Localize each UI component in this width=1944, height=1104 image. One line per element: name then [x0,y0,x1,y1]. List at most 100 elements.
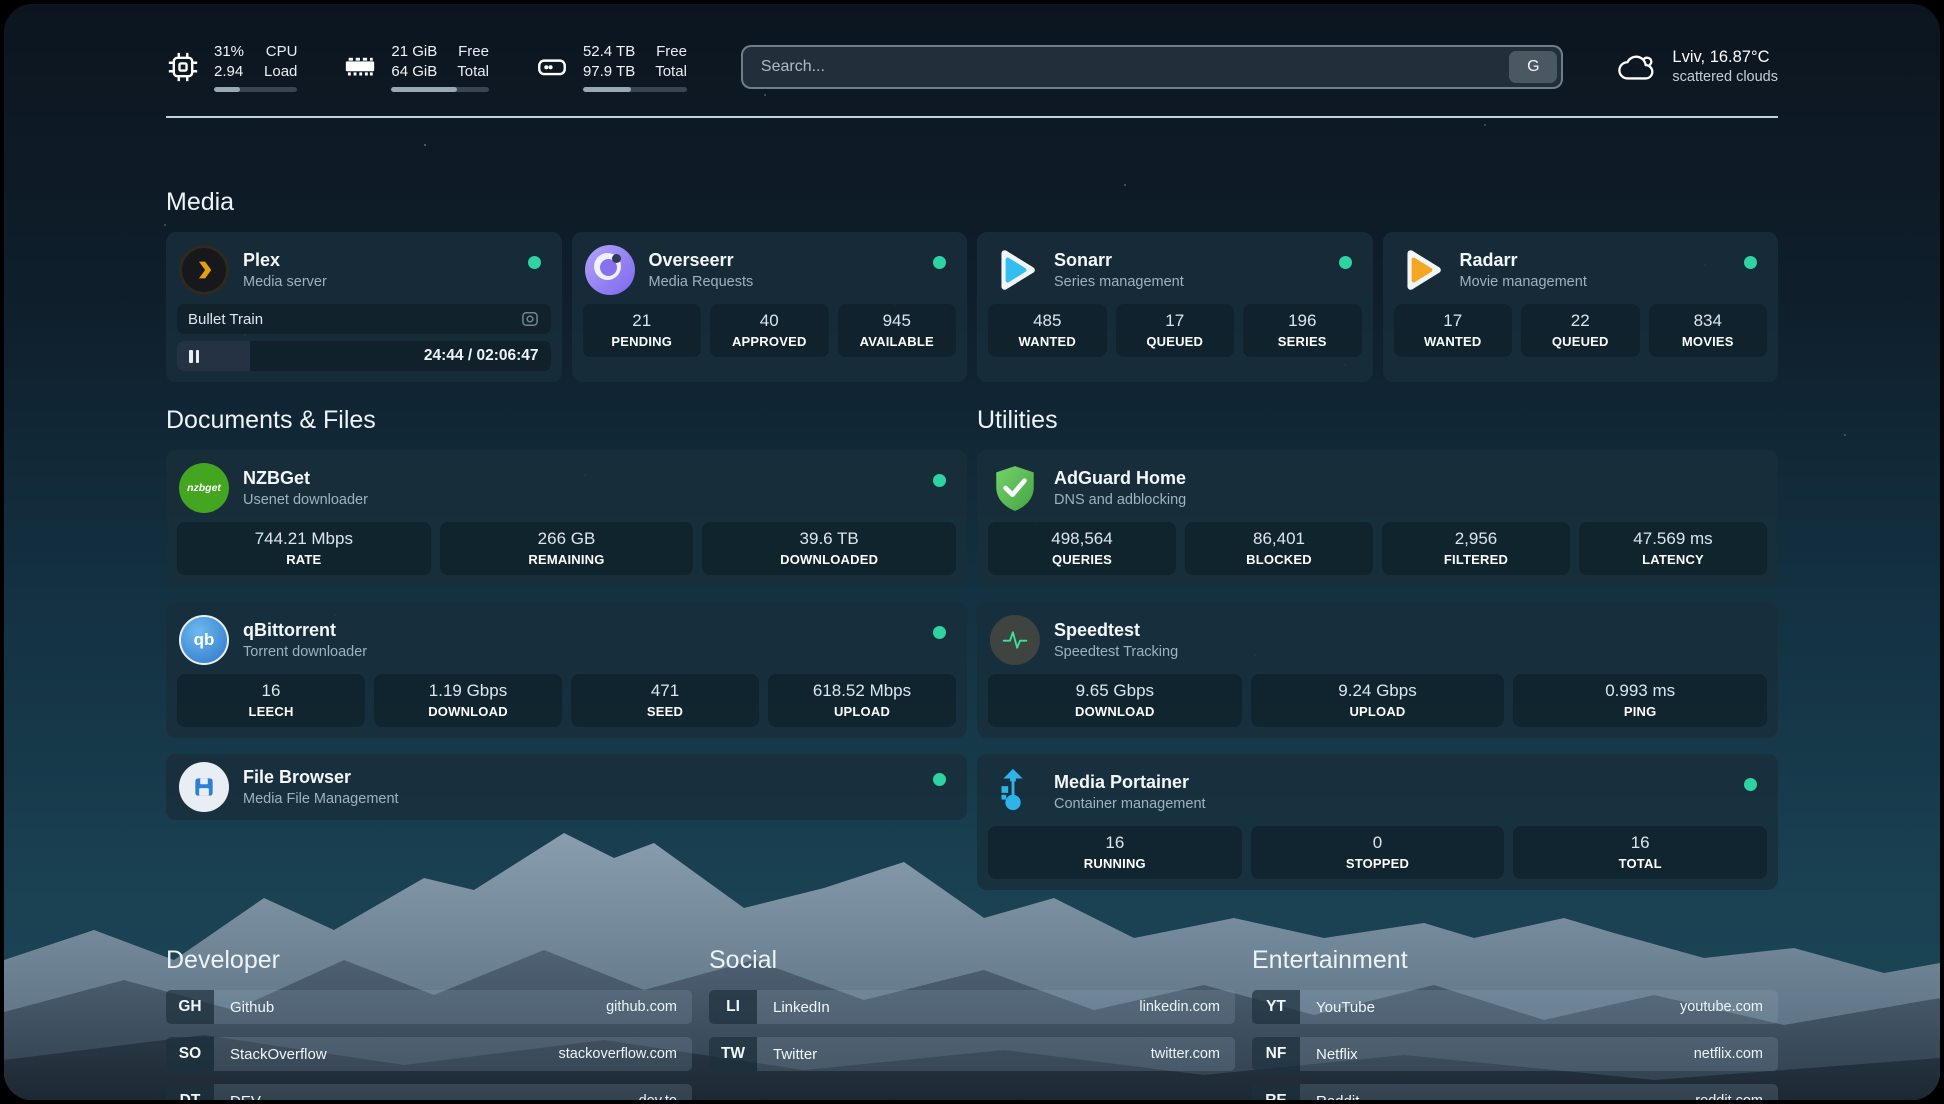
card-sonarr[interactable]: Sonarr Series management 485WANTED 17QUE… [977,232,1373,382]
section-title-documents: Documents & Files [166,406,967,435]
speedtest-stat-upload: 9.24 GbpsUPLOAD [1251,674,1505,727]
cpu-load-label: Load [264,62,297,82]
sonarr-icon [990,245,1040,295]
disk-total-label: Total [655,62,687,82]
youtube-abbr: YT [1252,990,1300,1024]
netflix-url: netflix.com [1694,1046,1763,1062]
memory-stats: 21 GiB 64 GiB Free Total [343,42,489,92]
section-title-social: Social [709,946,1235,975]
memory-free-value: 21 GiB [391,42,437,62]
bookmark-twitter[interactable]: TW Twitter twitter.com [709,1037,1235,1071]
bookmark-github[interactable]: GH Github github.com [166,990,692,1024]
speedtest-subtitle: Speedtest Tracking [1054,644,1178,660]
cpu-stats: 31% 2.94 CPU Load [166,42,297,92]
search-input[interactable] [747,57,1510,77]
adguard-stat-filtered: 2,956FILTERED [1382,522,1570,575]
twitter-abbr: TW [709,1037,757,1071]
dev-name: DEV [230,1093,261,1101]
plex-now-playing-title: Bullet Train [188,311,263,328]
reddit-abbr: RE [1252,1084,1300,1100]
adguard-subtitle: DNS and adblocking [1054,492,1186,508]
card-filebrowser[interactable]: File Browser Media File Management [166,754,967,820]
bookmark-group-entertainment: Entertainment YT YouTube youtube.com NF … [1252,946,1778,1100]
weather-widget: Lviv, 16.87°C scattered clouds [1617,46,1778,88]
overseerr-subtitle: Media Requests [649,274,754,290]
plex-now-playing: Bullet Train [177,304,551,334]
filebrowser-subtitle: Media File Management [243,791,399,807]
card-qbittorrent[interactable]: qb qBittorrent Torrent downloader 16LEEC… [166,602,967,738]
radarr-icon [1396,245,1446,295]
qbittorrent-stat-leech: 16LEECH [177,674,365,727]
speedtest-stat-download: 9.65 GbpsDOWNLOAD [988,674,1242,727]
nzbget-icon: nzbget [179,463,229,513]
nzbget-stat-downloaded: 39.6 TBDOWNLOADED [702,522,956,575]
plex-progress-bar: 24:44 / 02:06:47 [177,341,551,371]
cpu-usage-label: CPU [264,42,297,62]
dev-url: dev.to [639,1093,677,1100]
disk-total-value: 97.9 TB [583,62,635,82]
portainer-icon [990,767,1040,817]
card-nzbget[interactable]: nzbget NZBGet Usenet downloader 744.21 M… [166,450,967,586]
bookmark-stackoverflow[interactable]: SO StackOverflow stackoverflow.com [166,1037,692,1071]
github-url: github.com [606,999,677,1015]
youtube-name: YouTube [1316,999,1375,1016]
plex-icon [179,245,229,295]
nzbget-stat-rate: 744.21 MbpsRATE [177,522,431,575]
memory-icon [343,50,377,84]
linkedin-url: linkedin.com [1139,999,1220,1015]
section-title-media: Media [166,188,1778,217]
cast-icon [520,309,540,329]
card-radarr[interactable]: Radarr Movie management 17WANTED 22QUEUE… [1383,232,1779,382]
pause-icon [189,350,201,363]
filebrowser-title: File Browser [243,767,399,788]
speedtest-title: Speedtest [1054,620,1178,641]
card-adguard[interactable]: AdGuard Home DNS and adblocking 498,564Q… [977,450,1778,586]
card-overseerr[interactable]: Overseerr Media Requests 21PENDING 40APP… [572,232,968,382]
bookmark-dev[interactable]: DT DEV dev.to [166,1084,692,1100]
overseerr-status-dot [933,256,946,269]
qbittorrent-stat-download: 1.19 GbpsDOWNLOAD [374,674,562,727]
adguard-stat-latency: 47.569 msLATENCY [1579,522,1767,575]
plex-status-dot [528,256,541,269]
bookmark-linkedin[interactable]: LI LinkedIn linkedin.com [709,990,1235,1024]
plex-title: Plex [243,250,327,271]
sonarr-title: Sonarr [1054,250,1184,271]
radarr-stat-wanted: 17WANTED [1394,304,1513,357]
cpu-icon [166,50,200,84]
bookmark-youtube[interactable]: YT YouTube youtube.com [1252,990,1778,1024]
qbittorrent-stat-seed: 471SEED [571,674,759,727]
search-provider-button[interactable]: G [1509,51,1557,83]
filebrowser-icon [179,762,229,812]
netflix-abbr: NF [1252,1037,1300,1071]
dashboard-screen: 31% 2.94 CPU Load [4,4,1940,1100]
qbittorrent-status-dot [933,626,946,639]
disk-free-value: 52.4 TB [583,42,635,62]
radarr-subtitle: Movie management [1460,274,1587,290]
portainer-stat-total: 16TOTAL [1513,826,1767,879]
overseerr-title: Overseerr [649,250,754,271]
speedtest-stat-ping: 0.993 msPING [1513,674,1767,727]
radarr-status-dot [1744,256,1757,269]
section-title-developer: Developer [166,946,692,975]
bookmark-group-developer: Developer GH Github github.com SO StackO… [166,946,692,1100]
sonarr-stat-queued: 17QUEUED [1116,304,1235,357]
disk-progress [583,87,687,92]
cpu-progress [214,87,297,92]
bookmark-netflix[interactable]: NF Netflix netflix.com [1252,1037,1778,1071]
radarr-stat-movies: 834MOVIES [1649,304,1768,357]
plex-time: 24:44 / 02:06:47 [424,347,539,365]
memory-free-label: Free [457,42,489,62]
card-speedtest[interactable]: Speedtest Speedtest Tracking 9.65 GbpsDO… [977,602,1778,738]
portainer-stat-running: 16RUNNING [988,826,1242,879]
card-portainer[interactable]: Media Portainer Container management 16R… [977,754,1778,890]
reddit-url: reddit.com [1695,1093,1763,1100]
adguard-title: AdGuard Home [1054,468,1186,489]
cpu-load-value: 2.94 [214,62,244,82]
weather-condition: scattered clouds [1672,68,1778,88]
portainer-status-dot [1744,778,1757,791]
card-plex[interactable]: Plex Media server Bullet Train 24:44 / 0… [166,232,562,382]
stackoverflow-url: stackoverflow.com [559,1046,677,1062]
search-bar: G [741,45,1564,89]
bookmark-reddit[interactable]: RE Reddit reddit.com [1252,1084,1778,1100]
stackoverflow-abbr: SO [166,1037,214,1071]
